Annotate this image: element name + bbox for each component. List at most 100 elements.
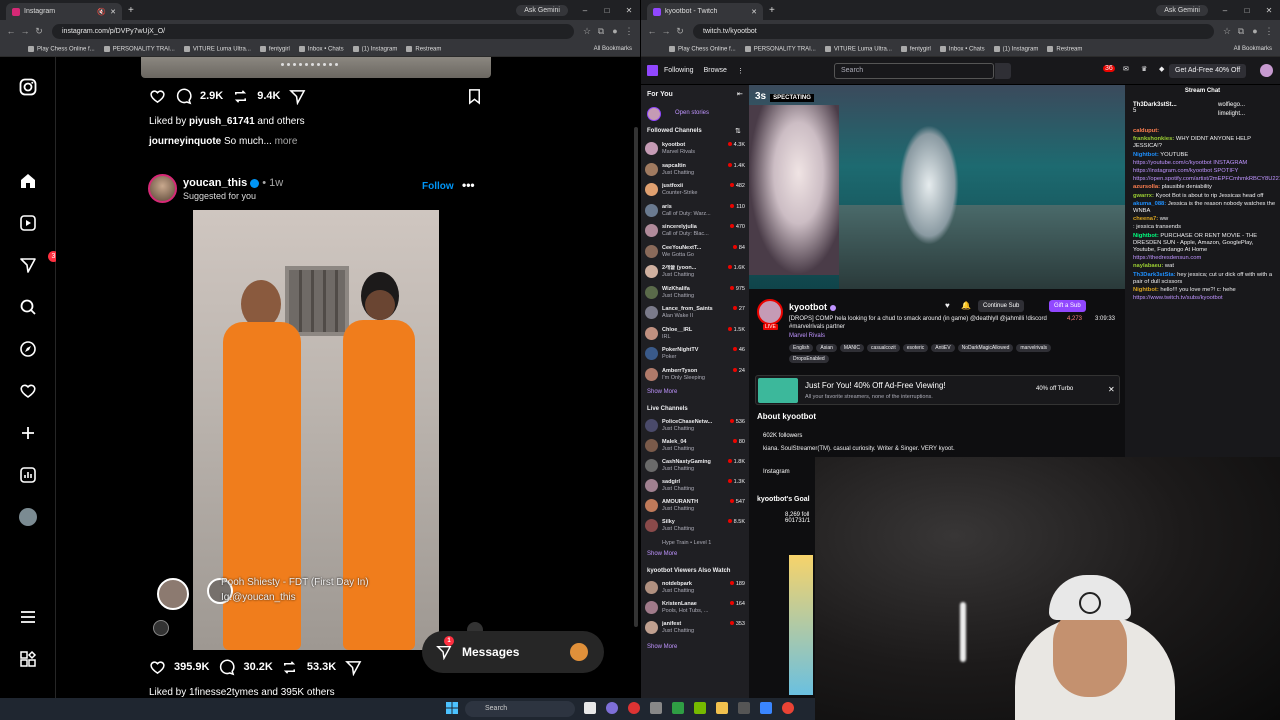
reload-icon[interactable]: ↻ (673, 26, 687, 37)
task-view-icon[interactable] (584, 702, 596, 714)
post-author-avatar[interactable] (148, 174, 177, 203)
chat-username[interactable]: Nightbot: (1133, 287, 1159, 293)
tag-0[interactable]: English (789, 344, 814, 352)
maximize-button[interactable]: □ (1236, 6, 1258, 15)
repost-icon[interactable] (231, 87, 249, 105)
stories-avatar[interactable] (647, 107, 661, 121)
crown-icon[interactable]: ♛ (1141, 65, 1147, 73)
bookmark-5[interactable]: (1) Instagram (352, 45, 397, 52)
streamer-avatar[interactable] (757, 299, 783, 325)
show-more-also[interactable]: Show More (647, 644, 677, 650)
also-watch-channel-2[interactable]: janifest Just Chatting 353 (645, 619, 745, 638)
bookmark-5[interactable]: (1) Instagram (993, 45, 1038, 52)
messages-icon[interactable]: 3 (18, 251, 59, 275)
tag-8[interactable]: DropsEnabled (789, 355, 829, 363)
windows-start-icon[interactable] (446, 702, 458, 714)
tag-6[interactable]: NoDarkMagicAllowed (957, 344, 1014, 352)
reload-icon[interactable]: ↻ (32, 26, 46, 37)
chat-username[interactable]: frankshonkies: (1133, 136, 1174, 142)
app-icon-2[interactable] (628, 702, 640, 714)
star-icon[interactable]: ☆ (1220, 26, 1234, 37)
heart-icon[interactable] (18, 381, 38, 401)
also-watch-channel-0[interactable]: notdebpark Just Chatting 189 (645, 579, 745, 598)
bookmark-4[interactable]: Inbox • Chats (298, 45, 344, 52)
like-icon[interactable] (148, 658, 166, 676)
follow-button[interactable]: Follow (422, 181, 454, 192)
chrome-icon[interactable] (782, 702, 794, 714)
all-bookmarks[interactable]: All Bookmarks (594, 46, 632, 52)
bookmark-0[interactable]: Play Chess Online f... (669, 45, 736, 52)
ask-gemini-button[interactable]: Ask Gemini (516, 4, 568, 16)
twitch-logo-icon[interactable] (647, 65, 658, 76)
live-channel-1[interactable]: Malek_04 Just Chatting 80 (645, 437, 745, 456)
app-icon-1[interactable] (606, 702, 618, 714)
chat-username[interactable]: cheena7: (1133, 216, 1158, 222)
more-menu-icon[interactable] (18, 607, 38, 627)
menu-icon[interactable]: ⋮ (1262, 26, 1276, 37)
followed-channel-1[interactable]: sapcaltin Just Chatting 1.4K (645, 161, 745, 180)
streamer-name[interactable]: kyootbot (789, 302, 836, 312)
follow-heart-icon[interactable]: ♥ (945, 301, 950, 310)
star-icon[interactable]: ☆ (580, 26, 594, 37)
tagged-user-icon[interactable] (153, 620, 169, 636)
panel-image[interactable] (789, 555, 813, 695)
followed-channel-8[interactable]: Lance_from_Saints Alan Wake II 27 (645, 304, 745, 323)
chat-username[interactable]: Nightbot: (1133, 233, 1159, 239)
bookmark-1[interactable]: PERSONALITY TRAI... (103, 45, 175, 52)
whispers-icon[interactable]: ✉ (1123, 65, 1129, 73)
get-ad-free-button[interactable]: Get Ad-Free 40% Off (1169, 64, 1247, 78)
bookmark-2[interactable]: VITURE Luma Ultra... (824, 45, 892, 52)
app-icon-4[interactable] (738, 702, 750, 714)
followed-channel-4[interactable]: sincerelyjulia Call of Duty: Blac... 470 (645, 222, 745, 241)
turbo-offer-button[interactable]: 40% off Turbo (1036, 386, 1073, 392)
followed-channel-2[interactable]: justfoxii Counter-Strike 482 (645, 181, 745, 200)
back-icon[interactable]: ← (4, 26, 18, 36)
extensions-icon[interactable]: ⧉ (594, 26, 608, 37)
new-tab-button[interactable]: + (128, 5, 134, 16)
bookmark-0[interactable]: Play Chess Online f... (28, 45, 95, 52)
ask-gemini-button[interactable]: Ask Gemini (1156, 4, 1208, 16)
instagram-link[interactable]: Instagram (763, 469, 790, 475)
bits-icon[interactable]: ◆ (1159, 65, 1164, 73)
home-icon[interactable] (18, 171, 38, 191)
caption-username[interactable]: journeyinquote (149, 136, 221, 147)
stream-video-player[interactable]: 3s SPECTATING (749, 85, 1125, 289)
chat-username[interactable]: akuma_088: (1133, 201, 1166, 207)
close-window-button[interactable]: ✕ (618, 6, 640, 15)
tag-4[interactable]: esoteric (902, 344, 929, 352)
live-channel-2[interactable]: CashNastyGaming Just Chatting 1.8K (645, 457, 745, 476)
profile-avatar-icon[interactable] (18, 507, 38, 527)
bookmark-6[interactable]: Restream (1047, 45, 1082, 52)
new-tab-button[interactable]: + (769, 5, 775, 16)
live-channel-3[interactable]: sadgirl Just Chatting 1.3K (645, 477, 745, 496)
live-channel-0[interactable]: PoliceChaseNetw... Just Chatting 536 (645, 417, 745, 436)
chat-username[interactable]: Nightbot: (1133, 152, 1159, 158)
more-options-icon[interactable]: ••• (462, 178, 475, 192)
instagram-logo-icon[interactable] (18, 77, 38, 97)
post-author-username[interactable]: youcan_this (183, 177, 247, 189)
twitch-search-input[interactable]: Search (834, 63, 994, 79)
followed-channel-6[interactable]: 2개을 (yoon... Just Chatting 1.6K (645, 263, 745, 282)
previous-post-media[interactable] (141, 57, 491, 78)
bookmark-4[interactable]: Inbox • Chats (939, 45, 985, 52)
settings-icon[interactable] (650, 702, 662, 714)
gift-sub-button[interactable]: Gift a Sub (1049, 300, 1086, 312)
followed-channel-5[interactable]: CeeYouNextT... We Gotta Go 84 (645, 243, 745, 262)
followed-channel-10[interactable]: PokerNightTV Poker 46 (645, 345, 745, 364)
caption-more-link[interactable]: more (272, 136, 298, 147)
minimize-button[interactable]: – (574, 6, 596, 15)
search-icon[interactable] (18, 297, 38, 317)
app-icon-3[interactable] (672, 702, 684, 714)
dashboard-icon[interactable] (18, 465, 38, 485)
notification-bell-icon[interactable]: 🔔 (961, 301, 971, 310)
profile-icon[interactable]: ● (608, 26, 622, 36)
close-tab-icon[interactable]: ✕ (110, 8, 116, 16)
open-stories-link[interactable]: Open stories (675, 110, 709, 116)
profile-icon[interactable]: ● (1248, 26, 1262, 36)
comment-icon[interactable] (174, 87, 192, 105)
search-icon[interactable] (995, 63, 1011, 79)
nav-browse[interactable]: Browse (704, 67, 727, 74)
continue-sub-button[interactable]: Continue Sub (978, 300, 1025, 312)
close-tab-icon[interactable]: ✕ (751, 8, 757, 16)
tag-5[interactable]: AntiEV (931, 344, 955, 352)
